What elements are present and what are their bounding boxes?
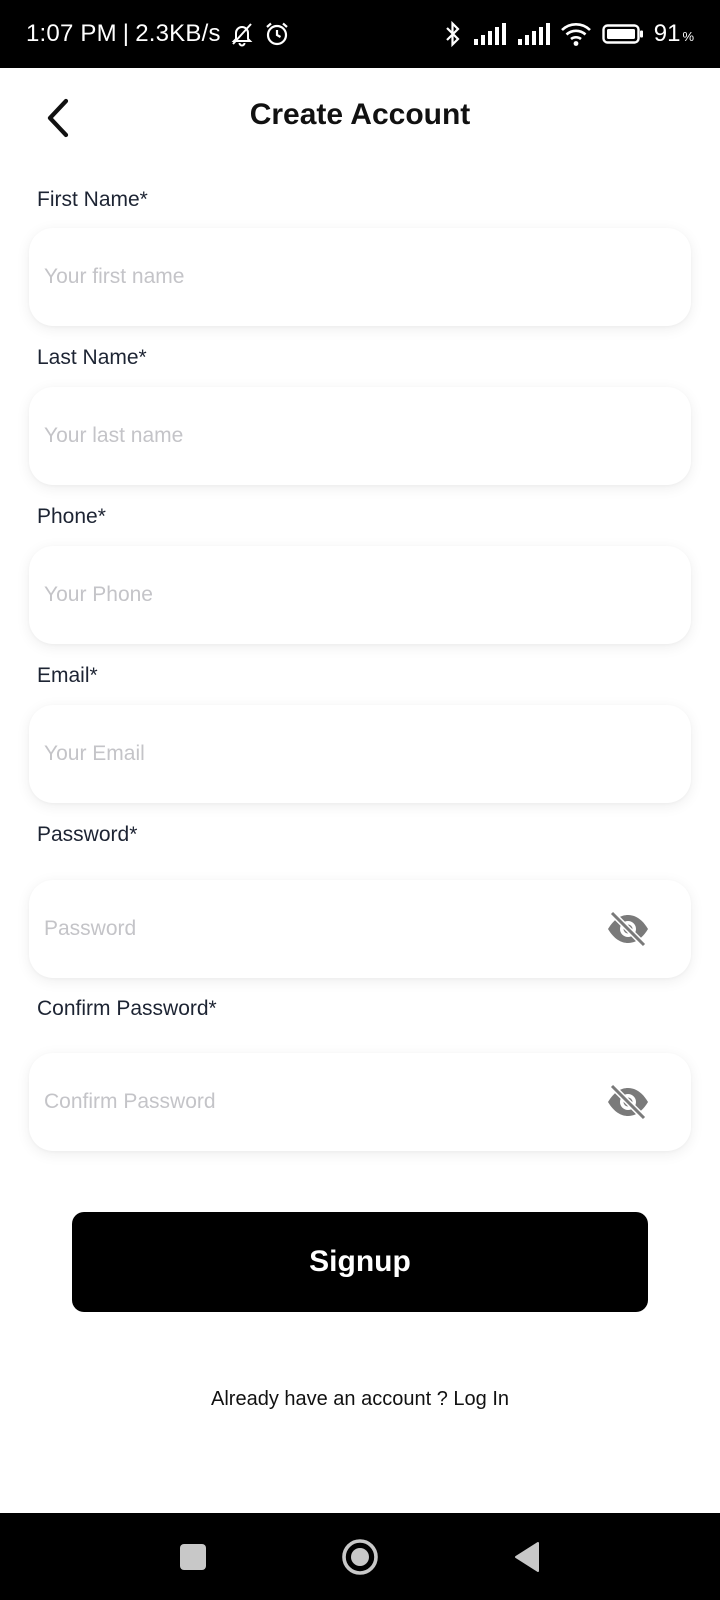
email-field[interactable] xyxy=(29,705,691,803)
wifi-icon xyxy=(560,21,592,47)
first-name-field[interactable] xyxy=(29,228,691,326)
system-navigation-bar xyxy=(0,1513,720,1600)
first-name-input[interactable] xyxy=(44,228,604,326)
phone-field[interactable] xyxy=(29,546,691,644)
signup-button[interactable]: Signup xyxy=(72,1212,648,1312)
phone-input[interactable] xyxy=(44,546,604,644)
status-time: 1:07 PM xyxy=(26,20,117,47)
battery-icon xyxy=(602,23,644,45)
first-name-label: First Name* xyxy=(37,188,148,211)
create-account-screen: 1:07 PM | 2.3KB/s 91 % Create Account Fi… xyxy=(0,0,720,1600)
email-label: Email* xyxy=(37,664,98,687)
page-title: Create Account xyxy=(249,98,471,131)
status-right: 91% xyxy=(444,0,694,68)
back-nav-button[interactable] xyxy=(502,1513,552,1600)
password-visibility-toggle[interactable] xyxy=(605,909,651,949)
last-name-label: Last Name* xyxy=(37,346,147,369)
recents-square-icon xyxy=(180,1543,206,1570)
status-bar: 1:07 PM | 2.3KB/s 91 % xyxy=(0,0,720,68)
eye-off-icon xyxy=(608,1084,648,1120)
status-left: 1:07 PM | 2.3KB/s xyxy=(26,0,291,68)
email-input[interactable] xyxy=(44,705,604,803)
home-circle-icon xyxy=(342,1538,378,1575)
bluetooth-icon xyxy=(444,20,462,48)
alarm-icon xyxy=(263,20,291,48)
home-button[interactable] xyxy=(335,1513,385,1600)
login-link[interactable]: Log In xyxy=(453,1388,509,1410)
recents-button[interactable] xyxy=(168,1513,218,1600)
confirm-password-field[interactable] xyxy=(29,1053,691,1151)
last-name-field[interactable] xyxy=(29,387,691,485)
back-triangle-icon xyxy=(515,1541,539,1572)
status-network-speed: 2.3KB/s xyxy=(135,20,221,47)
mute-bell-icon xyxy=(229,21,255,47)
signal-icon xyxy=(516,23,550,45)
confirm-password-label: Confirm Password* xyxy=(37,997,217,1020)
login-prompt-text: Already have an account ? xyxy=(211,1388,448,1410)
signal-icon xyxy=(472,23,506,45)
last-name-input[interactable] xyxy=(44,387,604,485)
password-label: Password* xyxy=(37,823,138,846)
status-separator: | xyxy=(122,20,130,47)
confirm-password-input[interactable] xyxy=(44,1053,604,1151)
confirm-password-visibility-toggle[interactable] xyxy=(605,1082,651,1122)
battery-level: 91% xyxy=(653,20,694,47)
password-field[interactable] xyxy=(29,880,691,978)
login-prompt: Already have an account ? Log In xyxy=(0,1388,720,1411)
password-input[interactable] xyxy=(44,880,604,978)
eye-off-icon xyxy=(608,911,648,947)
phone-label: Phone* xyxy=(37,505,106,528)
